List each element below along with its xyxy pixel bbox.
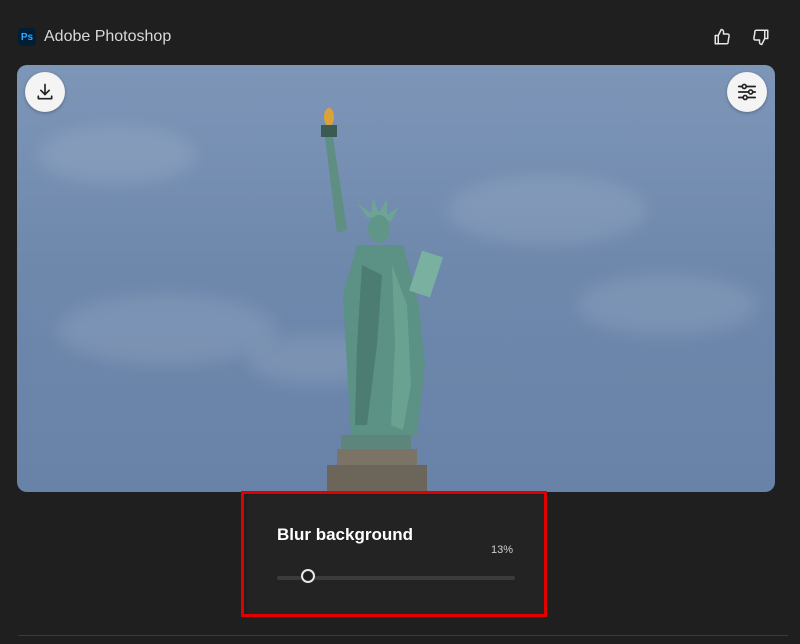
- blur-value-label: 13%: [491, 544, 514, 556]
- adjust-settings-button[interactable]: [727, 72, 767, 112]
- blur-background-title: Blur background: [277, 525, 414, 544]
- blur-slider[interactable]: [277, 569, 515, 583]
- photoshop-logo-icon: Ps: [18, 28, 36, 46]
- blur-background-panel: Blur background 13%: [247, 495, 547, 618]
- top-bar: Ps Adobe Photoshop: [0, 0, 800, 64]
- blur-slider-thumb[interactable]: [300, 569, 315, 583]
- thumbs-up-button[interactable]: [711, 26, 733, 48]
- thumbs-up-icon: [714, 28, 730, 45]
- image-preview: [17, 65, 775, 492]
- thumbs-down-button[interactable]: [750, 26, 772, 48]
- download-icon: [37, 83, 53, 100]
- app-name: Adobe Photoshop: [44, 28, 172, 45]
- download-button[interactable]: [25, 72, 65, 112]
- thumbs-down-icon: [753, 29, 769, 46]
- statue-of-liberty-image: [321, 108, 443, 492]
- bottom-divider: [18, 635, 788, 636]
- adjust-icon: [737, 83, 757, 101]
